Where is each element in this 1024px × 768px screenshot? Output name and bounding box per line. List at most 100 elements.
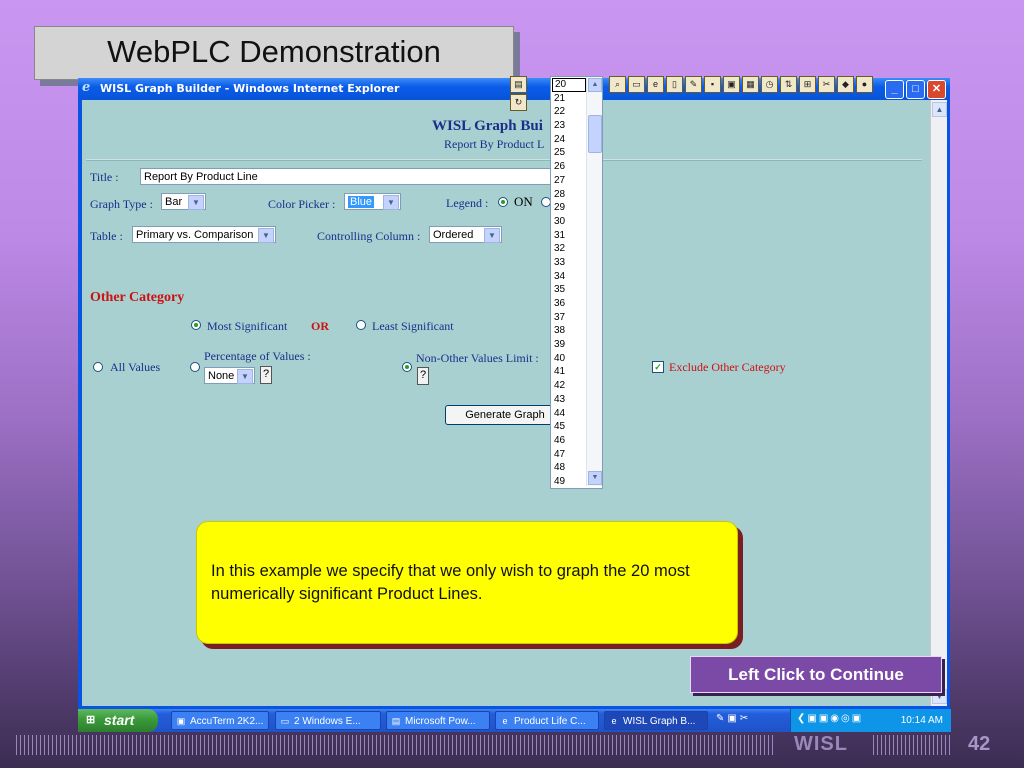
non-other-limit-radio[interactable] [402,362,412,372]
terminal-icon[interactable]: ▪ [704,76,721,93]
exclude-other-label: Exclude Other Category [669,360,786,374]
dropdown-option[interactable]: 34 [552,270,586,284]
dropdown-option[interactable]: 39 [552,338,586,352]
dropdown-option[interactable]: 47 [552,448,586,462]
paint-icon[interactable]: ✎ [685,76,702,93]
continue-button[interactable]: Left Click to Continue [690,656,942,693]
quick-icons[interactable]: ✎▣✂ [716,713,751,724]
graph-type-value: Bar [165,196,183,208]
table-value: Primary vs. Comparison [136,229,254,241]
dropdown-option[interactable]: 37 [552,311,586,325]
dropdown-option[interactable]: 45 [552,420,586,434]
footer-brand: WISL [794,733,848,755]
start-button[interactable]: ⊞ start [78,709,158,732]
taskbar-item[interactable]: ▤ Microsoft Pow... [386,711,490,730]
dropdown-option[interactable]: 25 [552,146,586,160]
taskbar-item[interactable]: e Product Life C... [495,711,599,730]
page-subheading: Report By Product L [444,137,545,151]
page-scrollbar[interactable]: ▲ ▼ [930,100,947,706]
generate-graph-button[interactable]: Generate Graph [445,405,565,425]
dropdown-option[interactable]: 26 [552,160,586,174]
scroll-up-icon[interactable]: ▲ [932,102,947,117]
dropdown-option[interactable]: 33 [552,256,586,270]
monitor-icon[interactable]: ▣ [723,76,740,93]
browser-icon[interactable]: e [647,76,664,93]
percentage-help-button[interactable]: ? [260,366,272,384]
dropdown-option[interactable]: 31 [552,229,586,243]
clock-icon[interactable]: ◷ [761,76,778,93]
refresh-icon[interactable]: ↻ [510,94,527,111]
heading-divider [86,159,922,161]
dropdown-option[interactable]: 20 [552,78,586,92]
all-values-radio[interactable] [93,362,103,372]
non-other-limit-label: Non-Other Values Limit : [416,351,539,365]
taskbar-item-label: Microsoft Pow... [405,716,476,727]
percentage-select[interactable]: None ▼ [204,367,255,384]
dropdown-option[interactable]: 28 [552,188,586,202]
dropdown-option[interactable]: 29 [552,201,586,215]
dropdown-option[interactable]: 23 [552,119,586,133]
toolbar-icon[interactable]: ▤ [510,76,527,93]
non-other-help-button[interactable]: ? [417,367,429,385]
taskbar-item[interactable]: e WISL Graph B... [604,711,708,730]
tools-icon[interactable]: ✂ [818,76,835,93]
controlling-column-value: Ordered [433,229,474,241]
dropdown-option[interactable]: 30 [552,215,586,229]
dropdown-option[interactable]: 40 [552,352,586,366]
chart-icon[interactable]: ▦ [742,76,759,93]
table-select[interactable]: Primary vs. Comparison ▼ [132,226,276,243]
document-icon[interactable]: ▯ [666,76,683,93]
footer-decoration [16,735,776,755]
title-input[interactable]: Report By Product Line [140,168,552,185]
diamond-icon[interactable]: ◆ [837,76,854,93]
legend-on-radio[interactable] [498,197,508,207]
dropdown-option[interactable]: 44 [552,407,586,421]
values-limit-dropdown-list[interactable]: 20 21 22 23 24 25 26 27 28 29 30 31 32 33 34 35 36 37 38 39… [550,76,603,489]
dropdown-option[interactable]: 49 [552,475,586,489]
dropdown-option[interactable]: 35 [552,283,586,297]
dropdown-option[interactable]: 32 [552,242,586,256]
scroll-up-icon[interactable]: ▲ [588,78,602,92]
percentage-label: Percentage of Values : [204,349,311,363]
tray-icons[interactable]: ❮▣▣◉◎▣ [797,713,863,724]
or-label: OR [311,319,329,333]
scroll-thumb[interactable] [588,115,602,153]
ftp-icon[interactable]: ⇅ [780,76,797,93]
color-picker-label: Color Picker : [268,197,336,211]
dropdown-option[interactable]: 21 [552,92,586,106]
dropdown-option[interactable]: 43 [552,393,586,407]
controlling-column-select[interactable]: Ordered ▼ [429,226,502,243]
windows-flag-icon: ⊞ [86,714,96,726]
exclude-other-checkbox[interactable]: ✓ [652,361,664,373]
scroll-down-icon[interactable]: ▼ [588,471,602,485]
dropdown-option[interactable]: 48 [552,461,586,475]
dropdown-option[interactable]: 42 [552,379,586,393]
dropdown-option[interactable]: 27 [552,174,586,188]
other-category-heading-text: Other Category [90,290,185,305]
dropdown-option[interactable]: 38 [552,324,586,338]
most-significant-radio[interactable] [191,320,201,330]
window-title: WISL Graph Builder - Windows Internet Ex… [100,82,400,95]
app-icon[interactable]: ● [856,76,873,93]
maximize-icon[interactable]: □ [906,80,925,99]
search-icon[interactable]: ⌕ [609,76,626,93]
folder-icon[interactable]: ▭ [628,76,645,93]
dropdown-option[interactable]: 41 [552,365,586,379]
least-significant-radio[interactable] [356,320,366,330]
dropdown-option[interactable]: 36 [552,297,586,311]
dropdown-option[interactable]: 22 [552,105,586,119]
network-icon[interactable]: ⊞ [799,76,816,93]
graph-type-select[interactable]: Bar ▼ [161,193,206,210]
page-heading: WISL Graph Bui [432,118,543,134]
minimize-icon[interactable]: _ [885,80,904,99]
percentage-radio[interactable] [190,362,200,372]
taskbar-item[interactable]: ▭ 2 Windows E... [275,711,381,730]
close-icon[interactable]: ✕ [927,80,946,99]
dropdown-scrollbar[interactable]: ▲ ▼ [586,77,602,486]
dropdown-option[interactable]: 46 [552,434,586,448]
color-picker-select[interactable]: Blue ▼ [344,193,401,210]
taskbar-item[interactable]: ▣ AccuTerm 2K2... [171,711,269,730]
taskbar: ⊞ start ▣ AccuTerm 2K2... ▭ 2 Windows E...… [78,709,951,732]
start-label: start [104,712,135,728]
dropdown-option[interactable]: 24 [552,133,586,147]
